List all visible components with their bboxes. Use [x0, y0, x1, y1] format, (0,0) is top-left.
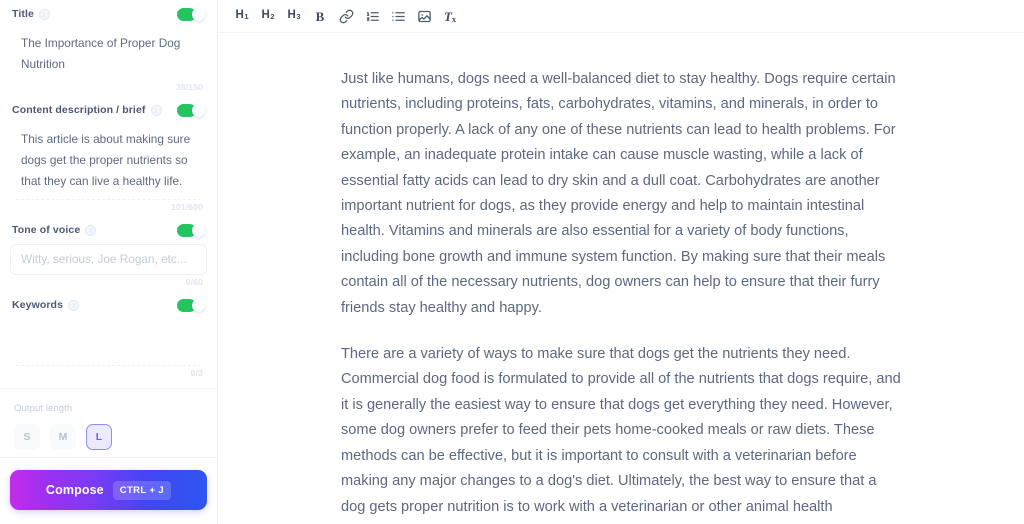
field-keywords-toggle[interactable] — [177, 298, 205, 312]
field-tone-of-voice-toggle[interactable] — [177, 223, 205, 237]
document-body[interactable]: Just like humans, dogs need a well-balan… — [341, 33, 901, 524]
sidebar-footer: Compose CTRL + J — [0, 457, 217, 524]
document-scroll-area[interactable]: Just like humans, dogs need a well-balan… — [218, 33, 1024, 524]
app-root: Title The Importance of Proper Dog Nutri… — [0, 0, 1024, 524]
output-length-option-l[interactable]: L — [86, 424, 112, 450]
editor-toolbar: H1 H2 H3 B T x — [218, 0, 1024, 33]
sidebar-fields-scroll[interactable]: Title The Importance of Proper Dog Nutri… — [0, 0, 217, 457]
field-keywords-header: Keywords — [10, 291, 207, 319]
field-tone-of-voice-header: Tone of voice — [10, 216, 207, 244]
output-length-group: Output length S M L — [0, 389, 217, 457]
bullet-list-icon[interactable] — [386, 4, 410, 28]
field-content-description-input[interactable]: This article is about making sure dogs g… — [10, 124, 207, 197]
document-paragraph[interactable]: There are a variety of ways to make sure… — [341, 342, 901, 524]
heading-3-icon[interactable]: H3 — [282, 4, 306, 28]
clear-format-sub: x — [451, 14, 456, 24]
field-keywords-counter: 0/3 — [190, 368, 203, 378]
heading-1-icon[interactable]: H1 — [230, 4, 254, 28]
compose-settings-sidebar: Title The Importance of Proper Dog Nutri… — [0, 0, 218, 524]
field-tone-of-voice-input[interactable]: Witty, serious, Joe Rogan, etc... — [10, 244, 207, 275]
field-keywords: Keywords 0/3 — [0, 291, 217, 382]
heading-2-icon[interactable]: H2 — [256, 4, 280, 28]
bold-icon[interactable]: B — [308, 4, 332, 28]
field-content-description-counter-row: 101/600 — [10, 200, 207, 216]
field-title-toggle[interactable] — [177, 7, 205, 21]
field-tone-of-voice-label: Tone of voice — [12, 224, 81, 236]
clear-format-letter: T — [444, 8, 452, 24]
toggle-knob — [192, 298, 205, 312]
output-length-options: S M L — [14, 424, 203, 450]
field-keywords-input[interactable] — [10, 319, 207, 363]
h1-sub: 1 — [244, 12, 249, 22]
field-title-label: Title — [12, 8, 34, 20]
toggle-knob — [192, 223, 205, 237]
h1-letter: H — [235, 9, 244, 22]
field-title-header: Title — [10, 0, 207, 28]
field-tone-of-voice: Tone of voice Witty, serious, Joe Rogan,… — [0, 216, 217, 291]
field-title-counter-row: 38/150 — [10, 80, 207, 96]
h3-sub: 3 — [296, 12, 301, 22]
output-length-option-s[interactable]: S — [14, 424, 40, 450]
field-content-description-label: Content description / brief — [12, 104, 146, 116]
info-circle-icon[interactable] — [38, 8, 50, 20]
link-icon[interactable] — [334, 4, 358, 28]
output-length-option-m[interactable]: M — [50, 424, 76, 450]
bold-letter: B — [315, 8, 325, 24]
document-paragraph[interactable]: Just like humans, dogs need a well-balan… — [341, 67, 901, 321]
compose-shortcut-badge: CTRL + J — [112, 480, 172, 500]
toggle-knob — [192, 7, 205, 21]
field-content-description: Content description / brief This article… — [0, 96, 217, 216]
field-keywords-label: Keywords — [12, 299, 64, 311]
field-title-counter: 38/150 — [175, 82, 203, 92]
info-circle-icon[interactable] — [150, 104, 162, 116]
compose-button[interactable]: Compose CTRL + J — [10, 470, 207, 510]
field-content-description-counter: 101/600 — [171, 202, 203, 212]
image-icon[interactable] — [412, 4, 436, 28]
editor-pane: H1 H2 H3 B T x Just like humans, dogs ne… — [218, 0, 1024, 524]
toggle-knob — [192, 103, 205, 117]
clear-formatting-icon[interactable]: Tx — [438, 4, 462, 28]
h3-letter: H — [287, 9, 296, 22]
h2-letter: H — [261, 9, 270, 22]
field-content-description-header: Content description / brief — [10, 96, 207, 124]
field-tone-of-voice-counter-row: 0/60 — [10, 275, 207, 291]
field-content-description-toggle[interactable] — [177, 103, 205, 117]
h2-sub: 2 — [270, 12, 275, 22]
ordered-list-icon[interactable] — [360, 4, 384, 28]
output-length-label: Output length — [14, 403, 73, 414]
info-circle-icon[interactable] — [68, 299, 80, 311]
info-circle-icon[interactable] — [85, 224, 97, 236]
field-keywords-counter-row: 0/3 — [10, 366, 207, 382]
field-tone-of-voice-counter: 0/60 — [185, 277, 203, 287]
field-title-input[interactable]: The Importance of Proper Dog Nutrition — [10, 28, 207, 80]
compose-button-label: Compose — [45, 483, 104, 497]
field-title: Title The Importance of Proper Dog Nutri… — [0, 0, 217, 96]
